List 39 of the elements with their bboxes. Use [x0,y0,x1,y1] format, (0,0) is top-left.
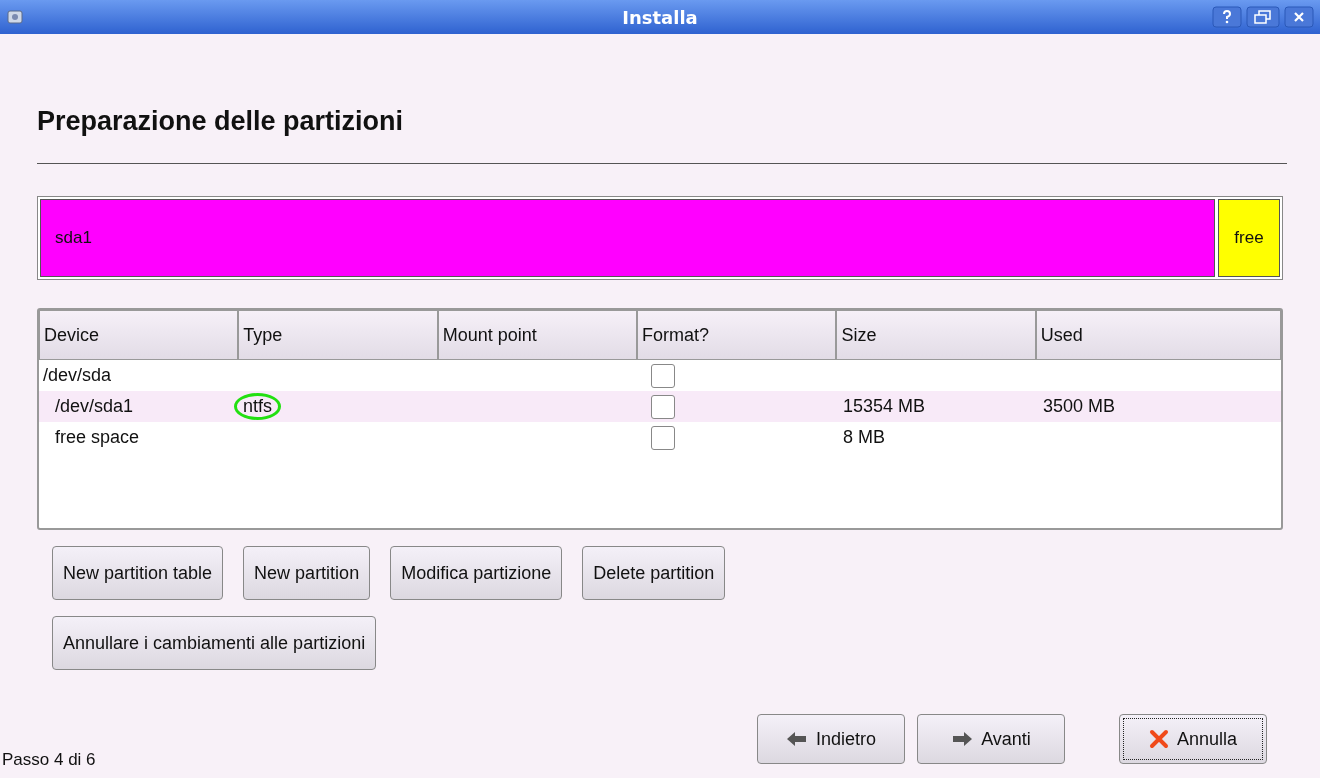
close-icon[interactable] [1284,6,1314,28]
next-button[interactable]: Avanti [917,714,1065,764]
restore-icon[interactable] [1246,6,1280,28]
device-cell-text: free space [54,427,140,448]
step-label: Passo 4 di 6 [1,750,96,770]
partition-button[interactable]: Modifica partizione [390,546,563,600]
right-arrow-icon [951,730,974,748]
page-heading: Preparazione delle partizioni [37,106,405,137]
format-checkbox[interactable] [651,394,675,419]
app-icon [6,8,24,26]
column-header[interactable]: Used [1035,310,1281,360]
partition-segment[interactable]: sda1 [40,199,1215,277]
format-checkbox[interactable] [651,425,675,450]
partition-button[interactable]: Delete partition [582,546,726,600]
partition-segment[interactable]: free [1218,199,1280,277]
window-title: Installa [622,6,698,28]
size-cell: 15354 MB [843,396,926,417]
back-button[interactable]: Indietro [757,714,905,764]
format-checkbox[interactable] [651,363,675,388]
column-header[interactable]: Format? [637,310,837,360]
column-header[interactable]: Size [836,310,1036,360]
column-header[interactable]: Device [39,310,239,360]
table-row[interactable]: /dev/sda1 ntfs 15354 MB 3500 MB [39,391,1281,422]
cancel-button[interactable]: Annulla [1119,714,1267,764]
size-cell: 8 MB [843,427,885,448]
table-row[interactable]: free space 8 MB [39,422,1281,453]
partition-button[interactable]: New partition table [52,546,224,600]
column-header[interactable]: Type [238,310,438,360]
partition-button[interactable]: New partition [243,546,371,600]
device-cell: /dev/sda [43,365,112,386]
column-header[interactable]: Mount point [437,310,638,360]
left-arrow-icon [785,730,808,748]
partition-button[interactable]: Annullare i cambiamenti alle partizioni [52,616,377,670]
type-cell: ntfs [234,393,281,420]
table-row[interactable]: /dev/sda [39,360,1281,391]
help-icon[interactable] [1212,6,1242,28]
device-cell-text: /dev/sda1 [54,396,134,417]
cross-icon [1148,729,1169,749]
used-cell: 3500 MB [1043,396,1116,417]
